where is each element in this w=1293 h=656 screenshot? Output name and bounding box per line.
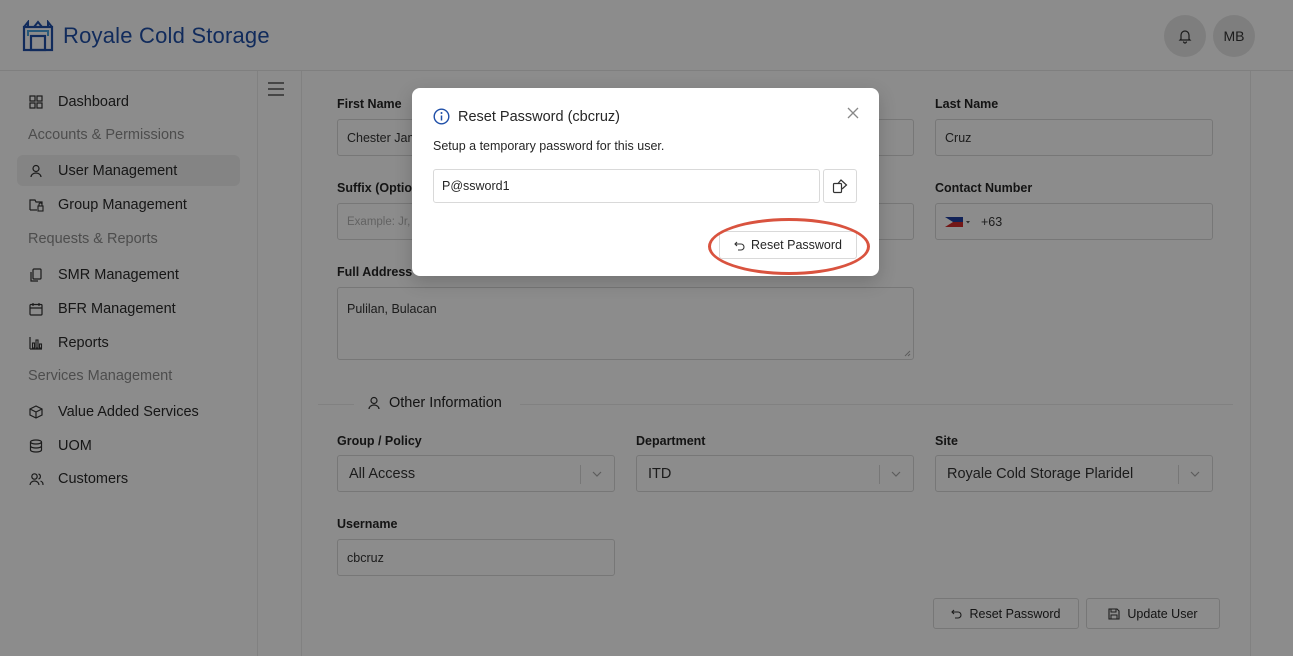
modal-title: Reset Password (cbcruz) [433, 108, 620, 125]
copy-icon [832, 179, 848, 194]
modal-description: Setup a temporary password for this user… [433, 139, 665, 153]
modal-title-text: Reset Password (cbcruz) [458, 108, 620, 125]
info-icon [433, 108, 450, 125]
highlight-annotation [708, 218, 870, 275]
close-icon[interactable] [845, 105, 861, 121]
temporary-password-input[interactable]: P@ssword1 [433, 169, 820, 203]
copy-password-button[interactable] [823, 169, 857, 203]
